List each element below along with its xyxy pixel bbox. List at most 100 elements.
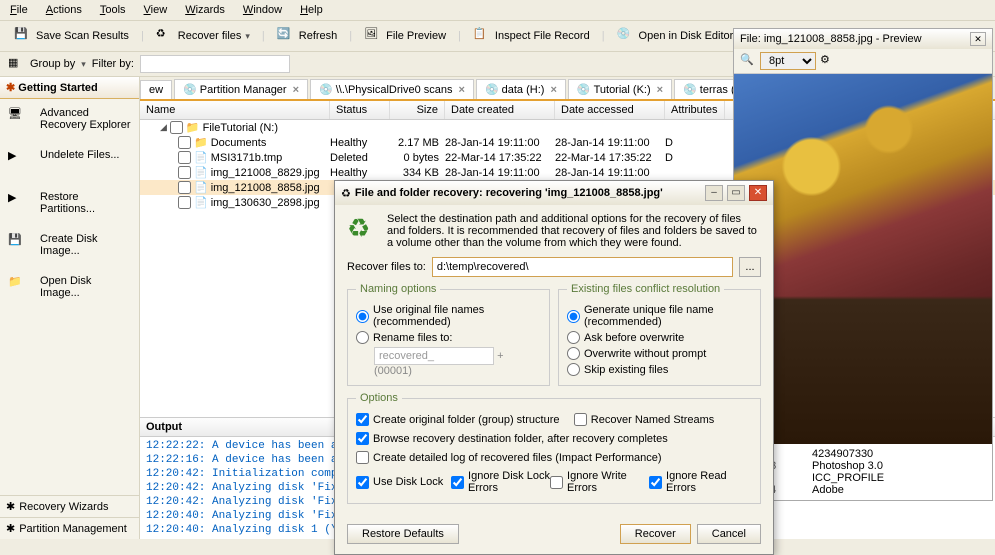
settings-icon[interactable]: ⚙ [820, 53, 836, 69]
file-icon: 📄 [194, 166, 208, 179]
cancel-button[interactable]: Cancel [697, 524, 761, 544]
col-head[interactable]: Status [330, 101, 390, 119]
file-icon: 📄 [194, 181, 208, 194]
close-icon[interactable]: ✕ [970, 32, 986, 46]
row-check[interactable] [178, 181, 191, 194]
option-check[interactable]: Ignore Read Errors [649, 470, 748, 494]
sidebar-item[interactable]: 💾Create Disk Image... [0, 225, 139, 267]
sidebar-foot-item[interactable]: ✱Recovery Wizards [0, 495, 139, 517]
conflict-fieldset: Existing files conflict resolution Gener… [558, 283, 761, 386]
close-icon[interactable]: × [459, 84, 465, 96]
recover-to-label: Recover files to: [347, 261, 426, 273]
toolbar-open-in-disk-editor[interactable]: 💿Open in Disk Editor [611, 25, 740, 47]
groupby-label[interactable]: Group by [30, 58, 75, 70]
close-icon[interactable]: × [550, 84, 556, 96]
file-icon: 📄 [194, 151, 208, 164]
option-check[interactable]: Ignore Write Errors [550, 470, 649, 494]
restore-defaults-button[interactable]: Restore Defaults [347, 524, 459, 544]
zoom-out-icon[interactable]: 🔍 [740, 53, 756, 69]
close-icon[interactable]: × [657, 84, 663, 96]
browse-button[interactable]: ... [739, 257, 761, 277]
conflict-option[interactable]: Generate unique file name (recommended) [567, 304, 752, 328]
recycle-icon: ♻ [341, 187, 351, 200]
maximize-button[interactable]: ▭ [727, 185, 745, 201]
filter-input[interactable] [140, 55, 290, 73]
tab[interactable]: 💿Partition Manager× [174, 79, 308, 99]
sidebar-item[interactable]: ▶Restore Partitions... [0, 183, 139, 225]
menu-file[interactable]: File [10, 4, 28, 16]
tab[interactable]: 💿Tutorial (K:)× [568, 79, 672, 99]
disk-icon: 💿 [183, 83, 197, 96]
rename-input[interactable] [374, 347, 494, 365]
tab[interactable]: 💿\\.\PhysicalDrive0 scans× [310, 79, 474, 99]
conflict-option[interactable]: Ask before overwrite [567, 331, 752, 344]
folder-icon: 📁 [186, 121, 200, 134]
meta-row: APP14Adobe [742, 484, 984, 496]
option-check[interactable]: Browse recovery destination folder, afte… [356, 432, 752, 445]
recover-path-input[interactable] [432, 257, 733, 277]
options-fieldset: Options Create original folder (group) s… [347, 392, 761, 504]
close-icon[interactable]: × [293, 84, 299, 96]
conflict-option[interactable]: Skip existing files [567, 363, 752, 376]
naming-option[interactable]: Use original file names (recommended) [356, 304, 541, 328]
disk-icon: 💿 [319, 83, 333, 96]
toolbar-refresh[interactable]: 🔄Refresh [271, 25, 344, 47]
toolbar-file-preview[interactable]: 🖼File Preview [358, 25, 452, 47]
group-icon: ▦ [8, 56, 24, 72]
col-head[interactable]: Date created [445, 101, 555, 119]
col-head[interactable]: Name [140, 101, 330, 119]
option-check[interactable]: Recover Named Streams [574, 413, 748, 426]
menu-wizards[interactable]: Wizards [185, 4, 225, 16]
option-check[interactable]: Use Disk Lock [356, 470, 451, 494]
sidebar-item[interactable]: 📁Open Disk Image... [0, 267, 139, 309]
disk-icon: 💿 [577, 83, 591, 96]
preview-title: File: img_121008_8858.jpg - Preview [740, 33, 970, 45]
row-check[interactable] [170, 121, 183, 134]
menu-help[interactable]: Help [300, 4, 323, 16]
naming-fieldset: Naming options Use original file names (… [347, 283, 550, 386]
dialog-title: File and folder recovery: recovering 'im… [355, 187, 701, 199]
option-check[interactable]: Create detailed log of recovered files (… [356, 451, 752, 464]
disk-icon: 💿 [683, 83, 697, 96]
recycle-icon: ♻ [347, 213, 379, 245]
close-button[interactable]: ✕ [749, 185, 767, 201]
folder-icon: 📁 [194, 136, 208, 149]
row-check[interactable] [178, 136, 191, 149]
file-icon: 📄 [194, 196, 208, 209]
col-head[interactable]: Size [390, 101, 445, 119]
row-check[interactable] [178, 196, 191, 209]
sidebar-icon: 📁 [8, 275, 34, 301]
menu-actions[interactable]: Actions [46, 4, 82, 16]
meta-row: APP2ICC_PROFILE [742, 472, 984, 484]
sidebar-item[interactable]: ▶Undelete Files... [0, 141, 139, 183]
row-check[interactable] [178, 166, 191, 179]
menu-view[interactable]: View [144, 4, 168, 16]
naming-option[interactable]: Rename files to: [356, 331, 541, 344]
minimize-button[interactable]: – [705, 185, 723, 201]
meta-row: APP13Photoshop 3.0 [742, 460, 984, 472]
filterby-label: Filter by: [92, 58, 134, 70]
menu-tools[interactable]: Tools [100, 4, 126, 16]
recovery-dialog: ♻ File and folder recovery: recovering '… [334, 180, 774, 555]
recover-button[interactable]: Recover [620, 524, 691, 544]
menu-window[interactable]: Window [243, 4, 282, 16]
menu-bar: File Actions Tools View Wizards Window Help [0, 0, 995, 21]
col-head[interactable]: Attributes [665, 101, 725, 119]
row-check[interactable] [178, 151, 191, 164]
sidebar-head: ✱ Getting Started [0, 77, 139, 99]
toolbar-recover-files[interactable]: ♻Recover files ▾ [150, 25, 256, 47]
zoom-select[interactable]: 8pt [760, 52, 816, 70]
meta-row: 01104234907330 [742, 448, 984, 460]
sidebar: ✱ Getting Started 🖥Advanced Recovery Exp… [0, 77, 140, 539]
tab[interactable]: 💿data (H:)× [476, 79, 566, 99]
toolbar-inspect-file-record[interactable]: 📋Inspect File Record [467, 25, 596, 47]
sidebar-icon: ▶ [8, 191, 34, 217]
toolbar-save-scan-results[interactable]: 💾Save Scan Results [8, 25, 135, 47]
option-check[interactable]: Ignore Disk Lock Errors [451, 470, 550, 494]
tab[interactable]: ew [140, 80, 172, 99]
sidebar-foot-item[interactable]: ✱Partition Management [0, 517, 139, 539]
option-check[interactable]: Create original folder (group) structure [356, 413, 574, 426]
conflict-option[interactable]: Overwrite without prompt [567, 347, 752, 360]
sidebar-item[interactable]: 🖥Advanced Recovery Explorer [0, 99, 139, 141]
col-head[interactable]: Date accessed [555, 101, 665, 119]
